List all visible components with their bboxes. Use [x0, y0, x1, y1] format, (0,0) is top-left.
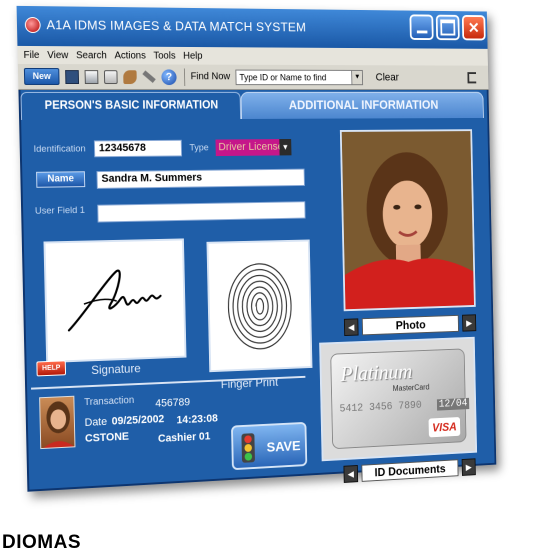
transaction-number: 456789 — [155, 396, 191, 410]
type-label: Type — [189, 142, 209, 154]
menu-tools[interactable]: Tools — [153, 50, 175, 61]
minimize-button[interactable] — [409, 14, 434, 41]
close-button[interactable]: ✕ — [461, 14, 486, 41]
id-documents-next-button[interactable]: ▶ — [461, 458, 476, 476]
type-select[interactable]: Driver License ▼ — [215, 138, 292, 157]
fingerprint-image — [208, 241, 310, 370]
transaction-time: 14:23:08 — [176, 412, 218, 427]
menu-file[interactable]: File — [23, 49, 39, 60]
find-now-button[interactable]: Find Now — [191, 71, 231, 82]
app-window: A1A IDMS IMAGES & DATA MATCH SYSTEM ✕ Fi… — [16, 5, 497, 492]
transaction-label: Transaction — [84, 395, 135, 409]
scan-icon[interactable] — [103, 69, 118, 84]
wrench-icon[interactable] — [142, 70, 156, 83]
transaction-date-label: Date — [84, 415, 108, 429]
app-logo-icon — [24, 16, 41, 34]
menu-search[interactable]: Search — [76, 50, 107, 61]
clear-button[interactable]: Clear — [376, 71, 400, 82]
user-avatar — [39, 395, 76, 450]
find-input[interactable]: Type ID or Name to find ▼ — [235, 69, 364, 85]
identification-field[interactable]: 12345678 — [93, 139, 183, 158]
photo-label: Photo — [361, 314, 459, 336]
signature-panel[interactable] — [43, 238, 187, 364]
card-subtitle: MasterCard — [392, 382, 430, 393]
visa-logo: VISA — [428, 417, 461, 438]
menu-actions[interactable]: Actions — [114, 50, 146, 61]
toolbar: New ? Find Now Type ID or Name to find ▼… — [17, 63, 489, 90]
person-photo — [341, 131, 474, 310]
chevron-down-icon[interactable]: ▼ — [279, 138, 292, 156]
chevron-down-icon[interactable]: ▼ — [351, 70, 363, 84]
new-button[interactable]: New — [23, 67, 60, 85]
id-document-panel[interactable]: Platinum MasterCard 5412 3456 7890 12/04… — [319, 336, 478, 462]
menu-view[interactable]: View — [47, 50, 68, 61]
exit-door-icon[interactable] — [467, 71, 477, 83]
id-documents-prev-button[interactable]: ◀ — [343, 464, 359, 483]
toolbar-divider — [183, 67, 186, 86]
card-number: 5412 3456 7890 — [339, 400, 422, 416]
screenshot-stage: A1A IDMS IMAGES & DATA MATCH SYSTEM ✕ Fi… — [0, 0, 550, 560]
help-button[interactable]: HELP — [36, 360, 67, 377]
tab-basic-information[interactable]: PERSON'S BASIC INFORMATION — [20, 91, 242, 120]
maximize-button[interactable] — [435, 14, 460, 41]
save-disk-icon[interactable] — [65, 69, 80, 84]
close-icon: ✕ — [467, 20, 480, 37]
name-button[interactable]: Name — [36, 171, 86, 188]
card-expiry: 12/04 — [436, 397, 470, 411]
card-brand: Platinum — [340, 358, 413, 386]
menu-bar: File View Search Actions Tools Help — [17, 45, 488, 66]
print-icon[interactable] — [84, 69, 99, 84]
find-input-text: Type ID or Name to find — [239, 72, 327, 82]
photo-panel[interactable] — [339, 129, 476, 312]
window-title: A1A IDMS IMAGES & DATA MATCH SYSTEM — [46, 17, 307, 35]
user-field-1-label: User Field 1 — [34, 204, 86, 217]
type-select-value: Driver License — [218, 140, 284, 154]
signature-image — [46, 240, 185, 361]
title-bar[interactable]: A1A IDMS IMAGES & DATA MATCH SYSTEM ✕ — [16, 5, 488, 49]
help-icon[interactable]: ? — [161, 68, 177, 85]
transaction-user: CSTONE — [84, 430, 130, 445]
tab-strip: PERSON'S BASIC INFORMATION ADDITIONAL IN… — [18, 90, 489, 120]
save-button-label: SAVE — [266, 437, 301, 455]
signature-caption: Signature — [91, 361, 141, 378]
traffic-light-icon — [241, 433, 255, 463]
identification-label: Identification — [33, 143, 86, 155]
save-button[interactable]: SAVE — [231, 421, 308, 471]
fingerprint-panel[interactable] — [206, 239, 313, 373]
tab-additional-information[interactable]: ADDITIONAL INFORMATION — [240, 91, 484, 120]
transaction-station: Cashier 01 — [157, 430, 211, 445]
transaction-date: 09/25/2002 — [111, 413, 165, 428]
name-field[interactable]: Sandra M. Summers — [96, 168, 305, 189]
footer-caption: DIOMAS — [2, 532, 81, 553]
tools-icon[interactable] — [123, 69, 137, 84]
menu-help[interactable]: Help — [183, 50, 203, 61]
photo-prev-button[interactable]: ◀ — [343, 318, 359, 337]
credit-card-image: Platinum MasterCard 5412 3456 7890 12/04… — [330, 348, 470, 450]
photo-next-button[interactable]: ▶ — [462, 314, 477, 332]
